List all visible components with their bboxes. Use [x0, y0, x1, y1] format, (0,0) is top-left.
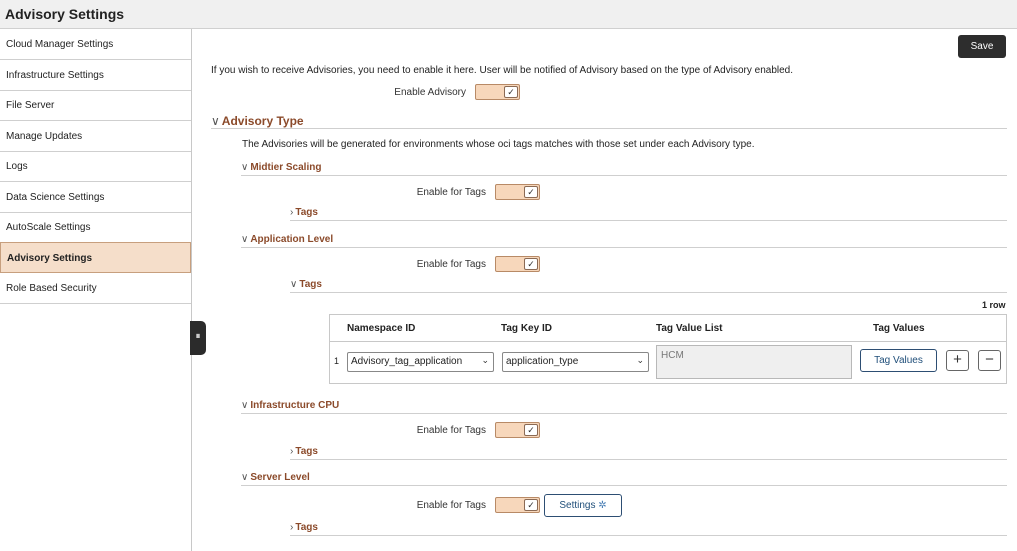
settings-button[interactable]: Settings ✲ [544, 494, 622, 517]
plus-icon: + [953, 351, 962, 368]
tags-title: Tags [295, 446, 318, 457]
add-row-button[interactable]: + [946, 350, 969, 371]
section-title: Infrastructure CPU [250, 400, 340, 411]
midtier-tags-header[interactable]: › Tags [290, 207, 318, 218]
save-button[interactable]: Save [958, 35, 1006, 58]
chevron-right-icon: › [290, 522, 294, 533]
section-title: Application Level [250, 234, 334, 245]
tag-value-list-value: HCM [661, 350, 684, 361]
divider [241, 485, 1007, 486]
settings-label: Settings [559, 500, 596, 511]
sidebar-item-role-based-security[interactable]: Role Based Security [0, 273, 191, 304]
tag-value-list-field[interactable]: HCM [656, 345, 852, 379]
advisory-type-title: Advisory Type [221, 114, 304, 128]
infrastructure-cpu-tags-header[interactable]: › Tags [290, 446, 318, 457]
column-header-tag-value-list: Tag Value List [656, 323, 723, 334]
column-header-tag-key-id: Tag Key ID [501, 323, 552, 334]
tags-title: Tags [295, 207, 318, 218]
chevron-right-icon: › [290, 446, 294, 457]
delete-row-button[interactable]: − [978, 350, 1001, 371]
page-title: Advisory Settings [5, 6, 125, 22]
chevron-down-icon: ⌄ [636, 355, 644, 365]
section-title: Midtier Scaling [250, 162, 322, 173]
row-number: 1 [334, 356, 340, 366]
midtier-enable-for-tags-toggle[interactable]: ✓ [495, 184, 540, 200]
divider [241, 175, 1007, 176]
server-level-tags-header[interactable]: › Tags [290, 522, 318, 533]
divider [290, 535, 1007, 536]
chevron-down-icon: ∨ [241, 162, 249, 173]
application-level-header[interactable]: ∨ Application Level [241, 234, 333, 245]
column-header-namespace-id: Namespace ID [347, 323, 416, 334]
section-title: Server Level [250, 472, 310, 483]
chevron-down-icon: ∨ [290, 279, 298, 290]
application-enable-for-tags-toggle[interactable]: ✓ [495, 256, 540, 272]
sidebar-item-file-server[interactable]: File Server [0, 90, 191, 121]
tags-title: Tags [299, 279, 322, 290]
namespace-id-select[interactable]: Advisory_tag_application ⌄ [347, 352, 494, 372]
application-tags-header[interactable]: ∨ Tags [290, 279, 322, 290]
grid-row-count: 1 row [982, 300, 1006, 310]
sidebar-item-data-science-settings[interactable]: Data Science Settings [0, 182, 191, 213]
divider [290, 292, 1007, 293]
check-icon: ✓ [524, 258, 538, 270]
chevron-down-icon: ∨ [241, 400, 249, 411]
minus-icon: − [985, 351, 994, 368]
intro-text: If you wish to receive Advisories, you n… [211, 65, 794, 76]
server-level-header[interactable]: ∨ Server Level [241, 472, 310, 483]
tags-title: Tags [295, 522, 318, 533]
divider [241, 247, 1007, 248]
enable-for-tags-label: Enable for Tags [416, 500, 486, 511]
chevron-down-icon: ⌄ [481, 355, 489, 365]
column-header-tag-values: Tag Values [873, 323, 925, 334]
sidebar-item-advisory-settings[interactable]: Advisory Settings [0, 242, 191, 273]
divider [241, 413, 1007, 414]
sidebar-item-infrastructure-settings[interactable]: Infrastructure Settings [0, 60, 191, 91]
advisory-type-header[interactable]: ∨ Advisory Type [211, 114, 304, 128]
check-icon: ✓ [524, 186, 538, 198]
enable-advisory-toggle[interactable]: ✓ [475, 84, 520, 100]
tag-key-id-select[interactable]: application_type ⌄ [502, 352, 649, 372]
enable-for-tags-label: Enable for Tags [416, 259, 486, 270]
advisory-type-description: The Advisories will be generated for env… [242, 139, 755, 150]
infrastructure-cpu-enable-for-tags-toggle[interactable]: ✓ [495, 422, 540, 438]
chevron-down-icon: ∨ [211, 114, 220, 128]
divider [290, 220, 1007, 221]
tags-grid: Namespace ID Tag Key ID Tag Value List T… [329, 314, 1007, 384]
midtier-scaling-header[interactable]: ∨ Midtier Scaling [241, 162, 321, 173]
sidebar-item-logs[interactable]: Logs [0, 151, 191, 182]
sidebar-item-manage-updates[interactable]: Manage Updates [0, 121, 191, 152]
chevron-right-icon: › [290, 207, 294, 218]
check-icon: ✓ [504, 86, 518, 98]
title-bar: Advisory Settings [0, 0, 1017, 29]
infrastructure-cpu-header[interactable]: ∨ Infrastructure CPU [241, 400, 339, 411]
namespace-id-value: Advisory_tag_application [351, 356, 463, 367]
divider [330, 341, 1006, 342]
divider [211, 128, 1007, 129]
tag-values-button[interactable]: Tag Values [860, 349, 937, 372]
chevron-down-icon: ∨ [241, 472, 249, 483]
chevron-down-icon: ∨ [241, 234, 249, 245]
check-icon: ✓ [524, 424, 538, 436]
sidebar-item-autoscale-settings[interactable]: AutoScale Settings [0, 212, 191, 243]
main-content: Save If you wish to receive Advisories, … [192, 29, 1017, 551]
tag-key-id-value: application_type [506, 356, 579, 367]
divider [290, 459, 1007, 460]
sidebar: Cloud Manager Settings Infrastructure Se… [0, 29, 192, 551]
sidebar-item-cloud-manager-settings[interactable]: Cloud Manager Settings [0, 29, 191, 60]
enable-for-tags-label: Enable for Tags [416, 425, 486, 436]
enable-advisory-label: Enable Advisory [394, 87, 466, 98]
check-icon: ✓ [524, 499, 538, 511]
server-level-enable-for-tags-toggle[interactable]: ✓ [495, 497, 540, 513]
gear-icon: ✲ [598, 500, 607, 511]
enable-for-tags-label: Enable for Tags [416, 187, 486, 198]
